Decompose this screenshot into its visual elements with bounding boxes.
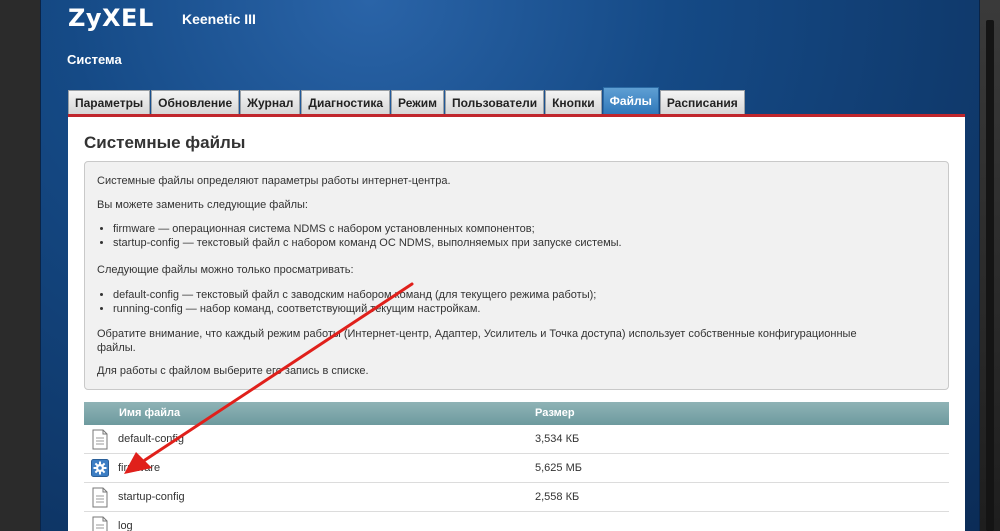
document-icon [92,516,108,531]
table-header: Имя файла Размер [84,402,949,425]
info-text: Вы можете заменить следующие файлы: [97,199,308,211]
table-row[interactable]: log [84,512,949,531]
tab-update[interactable]: Обновление [151,90,240,114]
list-item: firmware — операционная система NDMS с н… [113,222,622,236]
device-model: Keenetic III [182,11,256,27]
viewonly-list: default-config — текстовый файл с заводс… [113,288,596,316]
tab-log[interactable]: Журнал [240,90,301,114]
gear-icon [91,459,109,477]
document-icon [92,487,108,508]
page-title: Системные файлы [84,133,246,152]
file-name: startup-config [118,491,185,503]
file-size: 2,558 КБ [535,491,580,503]
file-size: 5,625 МБ [535,462,582,474]
table-row[interactable]: firmware 5,625 МБ [84,454,949,483]
info-text: Обратите внимание, что каждый режим рабо… [97,328,857,340]
files-table: Имя файла Размер default-config 3,534 КБ [84,402,949,531]
brand-logo: ZyXEL [68,4,154,32]
tab-parameters[interactable]: Параметры [68,90,151,114]
list-item: running-config — набор команд, соответст… [113,302,596,316]
tab-diagnostics[interactable]: Диагностика [301,90,391,114]
tab-users[interactable]: Пользователи [445,90,545,114]
file-name: log [118,520,133,531]
content-panel: Системные файлы Системные файлы определя… [68,117,965,531]
info-box: Системные файлы определяют параметры раб… [84,161,949,390]
column-header-name: Имя файла [119,407,181,419]
scrollbar[interactable] [986,20,994,531]
tab-bar: Параметры Обновление Журнал Диагностика … [68,87,746,114]
replaceable-list: firmware — операционная система NDMS с н… [113,222,622,250]
window-scroll-edge [980,0,1000,531]
info-text: Следующие файлы можно только просматрива… [97,264,354,276]
list-item: startup-config — текстовый файл с наборо… [113,236,622,250]
list-item: default-config — текстовый файл с заводс… [113,288,596,302]
tab-buttons[interactable]: Кнопки [545,90,602,114]
document-icon [92,429,108,450]
column-header-size: Размер [535,407,575,419]
tab-schedules[interactable]: Расписания [659,90,745,114]
info-text: Системные файлы определяют параметры раб… [97,175,451,187]
file-name: firmware [118,462,161,474]
table-row[interactable]: default-config 3,534 КБ [84,425,949,454]
info-text: файлы. [97,342,136,354]
tab-files[interactable]: Файлы [602,87,659,114]
info-text: Для работы с файлом выберите его запись … [97,365,369,377]
file-name: default-config [118,433,185,445]
table-row[interactable]: startup-config 2,558 КБ [84,483,949,512]
file-size: 3,534 КБ [535,433,580,445]
tab-mode[interactable]: Режим [391,90,444,114]
section-title: Система [67,52,122,67]
